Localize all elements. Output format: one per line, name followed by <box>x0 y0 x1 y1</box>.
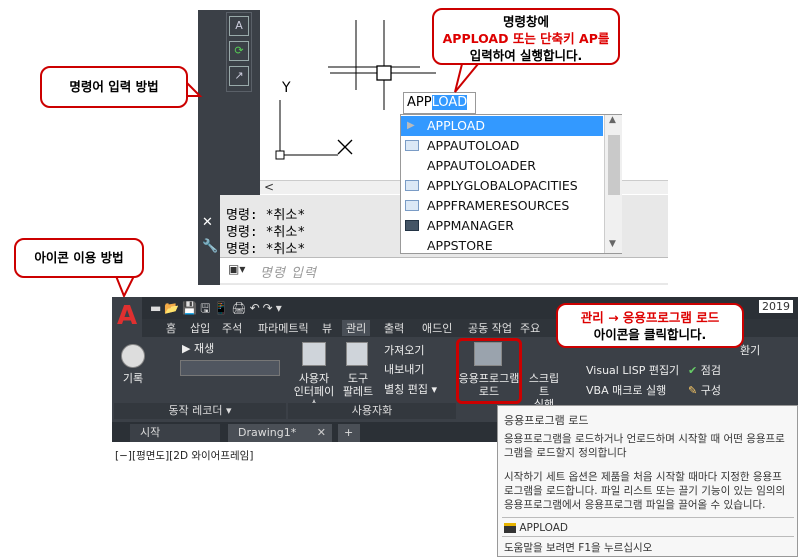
tool-palette-icon[interactable] <box>346 342 368 366</box>
tab-featured[interactable]: 주요 <box>520 320 540 336</box>
callout-command-line: 명령창에 APPLOAD 또는 단축키 AP를 입력하여 실행합니다. <box>432 8 620 65</box>
appload-tooltip: 응용프로그램 로드 응용프로그램을 로드하거나 언로드하며 시작할 때 어떤 응… <box>497 405 798 557</box>
new-tab-button[interactable]: + <box>338 424 360 442</box>
callout-appload-icon: 관리 → 응용프로그램 로드 아이콘을 클릭합니다. <box>556 303 744 348</box>
cui-icon[interactable] <box>302 342 326 366</box>
tooltip-title: 응용프로그램 로드 <box>504 414 589 427</box>
record-icon[interactable] <box>121 344 145 368</box>
divider <box>502 517 794 518</box>
tutorial-screenshot: A ⟳ ↗ Y < ✕ 🔧 명령: *취소* 명령: *취소* 명령: *취소*… <box>0 0 800 559</box>
appload-button[interactable]: 응용프로그램 로드 <box>458 372 520 398</box>
customization-title: 사용자화 <box>288 403 456 419</box>
vba-run-button[interactable]: VBA 매크로 실행 <box>586 384 666 397</box>
alias-edit-button[interactable]: 별칭 편집 ▾ <box>384 383 437 396</box>
tab-view[interactable]: 뷰 <box>322 320 332 336</box>
callout-command-method: 명령어 입력 방법 <box>40 66 188 108</box>
tab-collaborate[interactable]: 공동 작업 <box>468 320 512 336</box>
callout-icon-method: 아이콘 이용 방법 <box>14 238 144 278</box>
version-label: 2019 <box>759 300 793 313</box>
export-button[interactable]: 내보내기 <box>384 363 424 376</box>
configure-icon: ✎ <box>688 384 701 397</box>
tooltip-command: APPLOAD <box>504 522 568 534</box>
tab-drawing1[interactable]: Drawing1* ✕ <box>228 424 332 442</box>
tab-addins[interactable]: 애드인 <box>422 320 452 336</box>
viewport-label[interactable]: [−][평면도][2D 와이어프레임] <box>115 448 253 463</box>
tab-annotate[interactable]: 주석 <box>222 320 242 336</box>
divider <box>502 536 794 537</box>
tab-start[interactable]: 시작 <box>130 424 220 442</box>
check-icon: ✔ <box>688 364 701 377</box>
tab-home[interactable]: 홈 <box>166 320 176 336</box>
application-menu-button[interactable]: A <box>112 297 142 337</box>
macro-dropdown[interactable] <box>180 360 280 376</box>
visual-lisp-button[interactable]: Visual LISP 편집기 <box>586 364 679 377</box>
check-button[interactable]: ✔ 점검 <box>688 364 721 377</box>
configure-button[interactable]: ✎ 구성 <box>688 384 721 397</box>
tab-insert[interactable]: 삽입 <box>190 320 210 336</box>
quick-access-icons[interactable]: ▬📂💾🖫📱🖨↶↷▾ <box>150 299 285 320</box>
appload-icon[interactable] <box>474 342 502 366</box>
tab-output[interactable]: 출력 <box>384 320 404 336</box>
converter-fragment[interactable]: 환기 <box>740 344 760 357</box>
action-recorder-title[interactable]: 동작 레코더 ▾ <box>114 403 286 419</box>
tooltip-help: 도움말을 보려면 F1을 누르십시오 <box>504 542 653 554</box>
tab-parametric[interactable]: 파라메트릭 <box>258 320 309 336</box>
tool-palettes-label[interactable]: 도구 팔레트 <box>342 372 374 398</box>
appload-small-icon <box>504 523 516 533</box>
import-button[interactable]: 가져오기 <box>384 344 424 357</box>
play-icon: ▶ <box>182 342 194 355</box>
record-label: 기록 <box>122 372 144 385</box>
tab-manage[interactable]: 관리 <box>342 320 371 336</box>
close-icon[interactable]: ✕ <box>317 424 326 442</box>
play-label[interactable]: ▶ 재생 <box>182 342 214 355</box>
